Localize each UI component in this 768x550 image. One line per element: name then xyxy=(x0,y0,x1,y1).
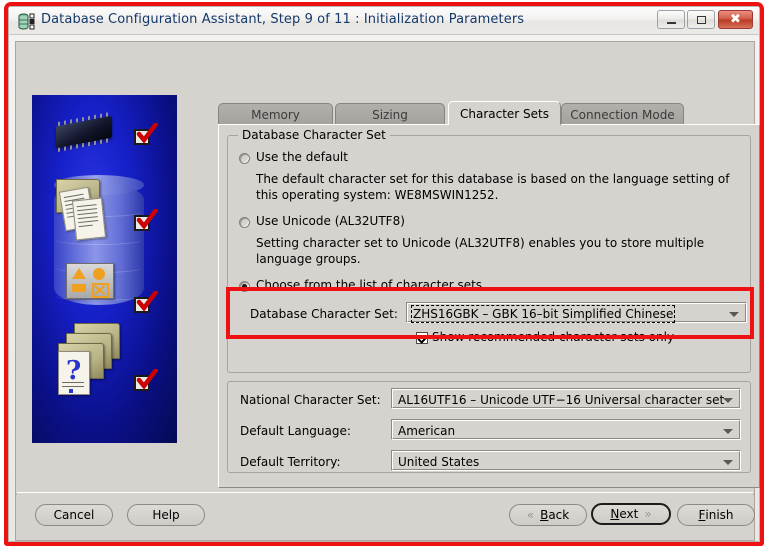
minimize-button[interactable] xyxy=(657,10,685,29)
show-recommended-label: Show recommended character sets only xyxy=(432,330,674,344)
close-icon: ✖ xyxy=(719,11,752,28)
default-territory-dropdown[interactable]: United States xyxy=(391,450,741,471)
chevron-down-icon xyxy=(723,429,733,434)
other-character-settings-group: National Character Set: AL16UTF16 – Unic… xyxy=(227,381,751,473)
national-character-set-value: AL16UTF16 – Unicode UTF−16 Universal cha… xyxy=(398,393,724,407)
tab-memory[interactable]: Memory xyxy=(218,103,333,125)
finish-mnemonic: F xyxy=(698,508,705,522)
tab-sizing[interactable]: Sizing xyxy=(335,103,445,125)
default-language-value: American xyxy=(398,424,455,438)
tab-connection-mode[interactable]: Connection Mode xyxy=(561,103,684,125)
radio-use-unicode[interactable] xyxy=(239,217,250,228)
database-character-set-dropdown[interactable]: ZHS16GBK – GBK 16–bit Simplified Chinese xyxy=(406,302,747,323)
use-default-description: The default character set for this datab… xyxy=(256,171,741,203)
default-territory-value: United States xyxy=(398,455,479,469)
question-document-icon: ? xyxy=(58,351,90,395)
finish-label-rest: inish xyxy=(705,508,733,522)
tab-character-sets[interactable]: Character Sets xyxy=(448,101,561,125)
chip-icon xyxy=(56,116,112,149)
default-language-dropdown[interactable]: American xyxy=(391,419,741,440)
radio-choose-from-list[interactable] xyxy=(239,281,250,292)
radio-use-default[interactable] xyxy=(239,153,250,164)
use-unicode-description: Setting character set to Unicode (AL32UT… xyxy=(256,235,741,267)
button-label: Cancel xyxy=(54,508,95,522)
back-button[interactable]: « Back xyxy=(509,504,587,526)
chevron-down-icon xyxy=(729,312,739,317)
window-title: Database Configuration Assistant, Step 9… xyxy=(41,12,524,27)
dialog-button-bar: Cancel Help « Back Next » Finish xyxy=(17,492,753,539)
minimize-icon xyxy=(658,11,684,28)
database-icon xyxy=(18,13,35,30)
step-complete-check xyxy=(134,213,156,233)
back-mnemonic: B xyxy=(540,508,548,522)
database-character-set-value: ZHS16GBK – GBK 16–bit Simplified Chinese xyxy=(413,307,673,321)
maximize-button[interactable] xyxy=(687,10,715,29)
show-recommended-checkbox[interactable] xyxy=(416,332,428,344)
back-arrow-icon: « xyxy=(527,508,534,522)
radio-label-choose-from-list: Choose from the list of character sets xyxy=(256,278,482,292)
national-character-set-label: National Character Set: xyxy=(240,393,381,407)
document-icon xyxy=(72,198,106,241)
window-chrome: Database Configuration Assistant, Step 9… xyxy=(8,6,760,542)
radio-label-use-default: Use the default xyxy=(256,150,348,164)
default-language-label: Default Language: xyxy=(240,424,351,438)
next-button[interactable]: Next » xyxy=(591,503,671,525)
close-button[interactable]: ✖ xyxy=(718,10,753,29)
next-mnemonic: N xyxy=(610,507,619,521)
chevron-down-icon xyxy=(723,460,733,465)
chevron-down-icon xyxy=(723,398,733,403)
tab-label: Connection Mode xyxy=(570,108,674,122)
button-label: Help xyxy=(152,508,179,522)
back-label-rest: ack xyxy=(548,508,569,522)
tab-label: Character Sets xyxy=(460,107,549,121)
step-complete-check xyxy=(134,127,156,147)
database-character-set-label: Database Character Set: xyxy=(250,307,398,321)
schema-objects-icon xyxy=(66,263,114,299)
character-sets-panel: Database Character Set Use the default T… xyxy=(218,124,760,488)
group-title: Database Character Set xyxy=(238,128,390,142)
database-character-set-group: Database Character Set Use the default T… xyxy=(227,135,751,373)
tab-label: Memory xyxy=(251,108,300,122)
title-bar: Database Configuration Assistant, Step 9… xyxy=(9,7,759,35)
cancel-button[interactable]: Cancel xyxy=(35,504,113,526)
next-label-rest: ext xyxy=(619,507,638,521)
step-complete-check xyxy=(134,373,156,393)
dialog-client-area: ? Memory xyxy=(15,41,755,541)
national-character-set-dropdown[interactable]: AL16UTF16 – Unicode UTF−16 Universal cha… xyxy=(391,388,741,409)
radio-label-use-unicode: Use Unicode (AL32UTF8) xyxy=(256,214,405,228)
maximize-icon xyxy=(688,11,714,28)
default-territory-label: Default Territory: xyxy=(240,455,341,469)
tab-label: Sizing xyxy=(372,108,408,122)
finish-button[interactable]: Finish xyxy=(677,504,755,526)
next-arrow-icon: » xyxy=(644,507,651,521)
step-complete-check xyxy=(134,295,156,315)
help-button[interactable]: Help xyxy=(127,504,205,526)
oracle-steps-illustration: ? xyxy=(32,95,177,443)
application-window: Database Configuration Assistant, Step 9… xyxy=(4,2,764,546)
